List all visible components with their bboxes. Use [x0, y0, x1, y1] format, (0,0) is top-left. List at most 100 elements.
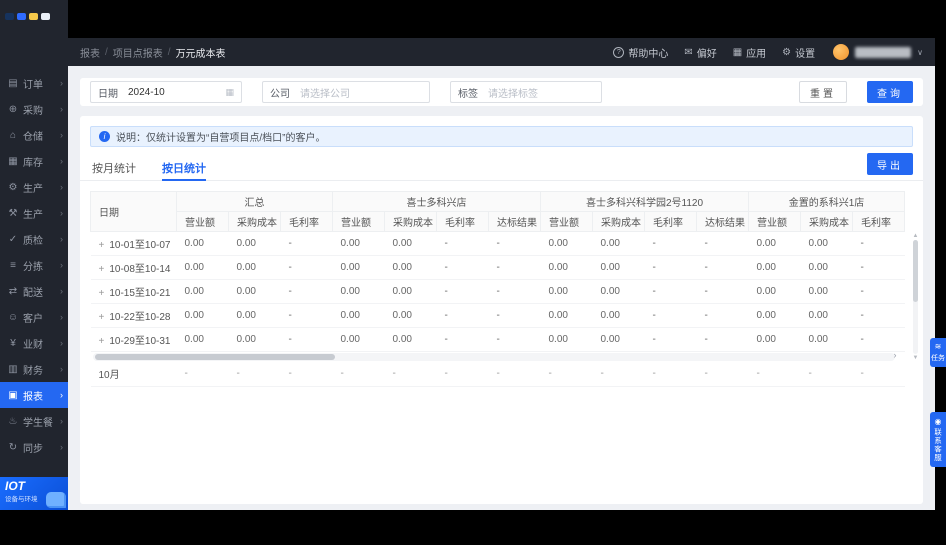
- value-cell: 0.00: [540, 279, 593, 304]
- value-cell: 0.00: [384, 279, 437, 304]
- value-cell: -: [644, 303, 697, 328]
- value-cell: 0.00: [332, 279, 385, 304]
- date-column-header: 日期: [90, 191, 177, 232]
- sidebar-item-label: 生产: [23, 183, 43, 195]
- export-button[interactable]: 导出: [867, 153, 913, 175]
- sidebar-item-8[interactable]: ⇄ 配送 ›: [0, 278, 68, 304]
- value-cell: 0.00: [176, 279, 229, 304]
- column-header: 营业额: [332, 211, 385, 232]
- horizontal-scrollbar[interactable]: ‹ ›: [92, 352, 897, 361]
- apps-icon: ▦: [732, 46, 743, 58]
- column-header: 毛利率: [280, 211, 333, 232]
- chevron-right-icon: ›: [60, 260, 63, 270]
- value-cell: 0.00: [228, 303, 281, 328]
- sidebar-item-7[interactable]: ≡ 分拣 ›: [0, 252, 68, 278]
- topbar-action-settings[interactable]: ⚙ 设置: [782, 45, 815, 60]
- value-cell: 0.00: [228, 231, 281, 256]
- table-row: +10-22至10-28 0.00 0.00-0.00 0.00- -0.00 0.00-…: [90, 303, 905, 328]
- tab-1[interactable]: 按日统计: [162, 155, 206, 181]
- vertical-scrollbar[interactable]: ▲ ▼: [912, 233, 919, 361]
- table-sub-row: 营业额 采购成本 毛利率 营业额 采购成本 毛利率 达标结果 营业额 采购成本 毛利率 达标结果 营业…: [91, 211, 906, 232]
- row-label-cell: +10-08至10-14: [90, 255, 177, 280]
- breadcrumb-item[interactable]: 项目点报表: [113, 45, 163, 60]
- row-label: 10-29至10-31: [109, 336, 171, 347]
- row-label-cell: +10-15至10-21: [90, 279, 177, 304]
- table-row: +10-01至10-07 0.00 0.00-0.00 0.00- -0.00 0.00-…: [90, 231, 905, 256]
- topbar-action-preferences[interactable]: ✉ 偏好: [684, 45, 716, 60]
- expand-icon[interactable]: +: [99, 336, 105, 347]
- sidebar-item-6[interactable]: ✓ 质检 ›: [0, 226, 68, 252]
- scroll-right-icon[interactable]: ›: [894, 352, 897, 361]
- iot-panel[interactable]: IOT 设备与环境: [0, 477, 68, 510]
- sidebar-item-13[interactable]: ♨ 学生餐 ›: [0, 408, 68, 434]
- row-label: 10-22至10-28: [109, 312, 171, 323]
- value-cell: 0.00: [748, 279, 801, 304]
- value-cell: -: [280, 303, 333, 328]
- sidebar-item-12[interactable]: ▣ 报表 ›: [0, 382, 68, 408]
- logo-dot: [17, 13, 26, 20]
- menu-icon: ⇄: [8, 285, 18, 297]
- expand-icon[interactable]: +: [99, 240, 105, 251]
- table-group-row: 日期 汇总 喜士多科兴店 喜士多科兴科学园2号1120 金置的系科兴1店: [90, 191, 906, 232]
- tasks-widget[interactable]: ≋ 任务: [930, 338, 946, 367]
- summary-label-cell: 10月: [90, 362, 177, 387]
- summary-value-cell: -: [176, 362, 229, 387]
- sidebar-item-1[interactable]: ⊕ 采购 ›: [0, 96, 68, 122]
- sidebar-item-label: 配送: [23, 287, 43, 299]
- sidebar-item-4[interactable]: ⚙ 生产 ›: [0, 174, 68, 200]
- menu-icon: ✓: [8, 233, 18, 245]
- sidebar-item-14[interactable]: ↻ 同步 ›: [0, 434, 68, 460]
- value-cell: -: [696, 231, 749, 256]
- column-header: 营业额: [540, 211, 593, 232]
- sidebar-item-5[interactable]: ⚒ 生产 ›: [0, 200, 68, 226]
- expand-icon[interactable]: +: [99, 288, 105, 299]
- menu-icon: ♨: [8, 415, 18, 427]
- value-cell: -: [488, 231, 541, 256]
- value-cell: 0.00: [592, 255, 645, 280]
- sidebar-item-0[interactable]: ▤ 订单 ›: [0, 70, 68, 96]
- contact-support-widget[interactable]: ◉ 联系客服: [930, 412, 946, 467]
- table-summary-row: 10月 - - - - - - - - - - - - - -: [90, 362, 905, 387]
- horizontal-scroll-thumb[interactable]: [94, 354, 335, 360]
- expand-icon[interactable]: +: [99, 264, 105, 275]
- sidebar-item-2[interactable]: ⌂ 仓储 ›: [0, 122, 68, 148]
- value-cell: -: [280, 231, 333, 256]
- sidebar-item-10[interactable]: ¥ 业财 ›: [0, 330, 68, 356]
- sidebar-item-9[interactable]: ☺ 客户 ›: [0, 304, 68, 330]
- company-filter-label: 公司: [270, 88, 290, 100]
- table-row: +10-08至10-14 0.00 0.00-0.00 0.00- -0.00 0.00-…: [90, 255, 905, 280]
- scroll-up-icon[interactable]: ▲: [913, 233, 919, 239]
- summary-value-cell: -: [384, 362, 437, 387]
- sidebar-item-label: 客户: [23, 313, 43, 325]
- value-cell: -: [644, 255, 697, 280]
- scroll-down-icon[interactable]: ▼: [913, 355, 919, 361]
- company-filter[interactable]: 公司 请选择公司: [262, 81, 430, 103]
- user-menu[interactable]: ∨: [833, 44, 923, 60]
- topbar-action-apps[interactable]: ▦ 应用: [733, 45, 766, 60]
- chevron-right-icon: ›: [60, 78, 63, 88]
- sidebar-item-11[interactable]: ▥ 财务 ›: [0, 356, 68, 382]
- reset-button[interactable]: 重置: [799, 81, 847, 103]
- sidebar-item-label: 质检: [23, 235, 43, 247]
- group-header: 喜士多科兴科学园2号1120: [539, 191, 750, 212]
- date-filter-value: 2024-10: [128, 86, 165, 98]
- menu-icon: ▦: [8, 155, 18, 167]
- tag-filter[interactable]: 标签 请选择标签: [450, 81, 602, 103]
- topbar-action-label: 设置: [795, 48, 816, 60]
- column-header: 毛利率: [644, 211, 697, 232]
- value-cell: -: [644, 279, 697, 304]
- date-filter[interactable]: 日期 2024-10 ▦: [90, 81, 242, 103]
- value-cell: -: [488, 327, 541, 352]
- tab-0[interactable]: 按月统计: [92, 155, 136, 180]
- breadcrumb-separator: /: [105, 46, 108, 58]
- row-label: 10-15至10-21: [109, 288, 171, 299]
- summary-value-cell: -: [592, 362, 645, 387]
- breadcrumb-item[interactable]: 报表: [80, 45, 100, 60]
- summary-value-cell: -: [852, 362, 905, 387]
- topbar-action-help-center[interactable]: ? 帮助中心: [613, 45, 668, 60]
- search-button[interactable]: 查询: [867, 81, 913, 103]
- expand-icon[interactable]: +: [99, 312, 105, 323]
- vertical-scroll-thumb[interactable]: [913, 240, 918, 302]
- logo-dot: [29, 13, 38, 20]
- sidebar-item-3[interactable]: ▦ 库存 ›: [0, 148, 68, 174]
